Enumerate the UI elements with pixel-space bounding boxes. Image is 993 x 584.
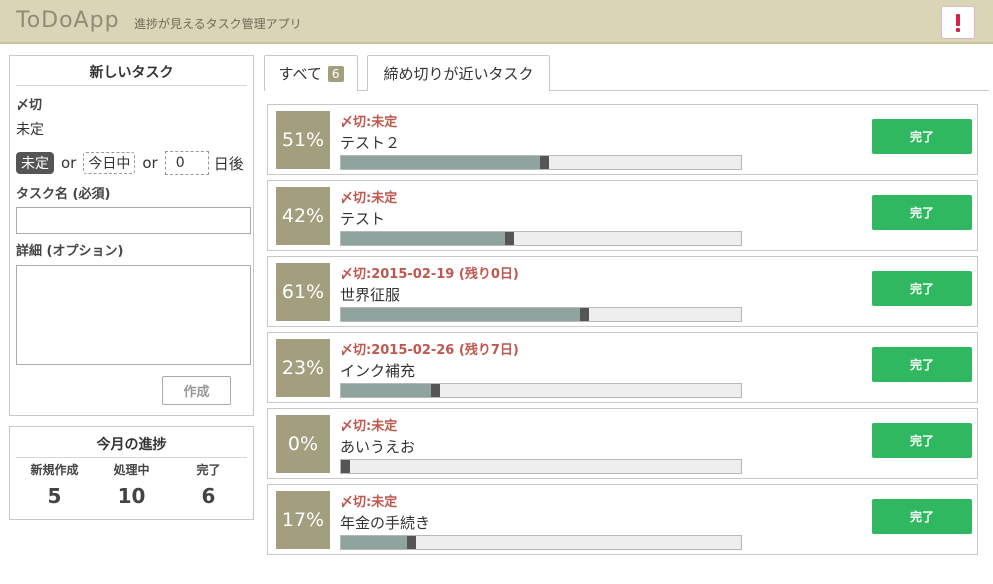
stat-value: 10 (117, 484, 146, 508)
deadline-undecided-option[interactable]: 未定 (16, 152, 54, 174)
tab-count-badge: 6 (327, 65, 344, 82)
progress-handle[interactable] (431, 384, 440, 397)
progress-fill (341, 384, 431, 397)
detail-textarea[interactable] (16, 265, 251, 365)
detail-label: 詳細 (オプション) (16, 244, 124, 259)
done-button[interactable]: 完了 (872, 499, 972, 534)
new-task-title: 新しいタスク (16, 56, 247, 86)
task-name: あいうえお (340, 438, 416, 456)
stat-label: 処理中 (113, 463, 150, 477)
stat-label: 新規作成 (30, 463, 79, 477)
task-card: 23% 〆切:2015-02-26 (残り7日) インク補充 完了 (267, 332, 978, 403)
deadline-options: 未定 or 今日中 or 日後 (16, 151, 244, 175)
progress-handle[interactable] (505, 232, 514, 245)
stat-value: 5 (47, 484, 62, 508)
task-card: 42% 〆切:未定 テスト 完了 (267, 180, 978, 251)
task-name: 年金の手続き (340, 514, 431, 532)
progress-bar[interactable] (340, 155, 742, 170)
done-button[interactable]: 完了 (872, 347, 972, 382)
done-button[interactable]: 完了 (872, 119, 972, 154)
alert-button[interactable] (941, 6, 975, 39)
monthly-progress-title: 今月の進捗 (16, 427, 247, 458)
task-card: 17% 〆切:未定 年金の手続き 完了 (267, 484, 978, 555)
percent-box: 42% (276, 187, 330, 245)
task-name: インク補充 (340, 362, 416, 380)
tab-due-soon-label: 締め切りが近いタスク (383, 65, 534, 83)
stat-in-progress: 処理中 10 (93, 461, 170, 508)
stats-row: 新規作成 5 処理中 10 完了 6 (16, 461, 247, 508)
or-text: or (61, 154, 77, 172)
task-name: テスト (340, 210, 386, 228)
task-card: 61% 〆切:2015-02-19 (残り0日) 世界征服 完了 (267, 256, 978, 327)
due-text: 〆切:未定 (340, 191, 398, 206)
stat-new: 新規作成 5 (16, 461, 93, 508)
task-card: 51% 〆切:未定 テスト２ 完了 (267, 104, 978, 175)
deadline-today-option[interactable]: 今日中 (83, 152, 136, 174)
task-name-label: タスク名 (必須) (16, 187, 111, 202)
progress-fill (341, 536, 407, 549)
task-name: 世界征服 (340, 286, 401, 304)
progress-fill (341, 232, 505, 245)
due-text: 〆切:2015-02-26 (残り7日) (340, 343, 519, 358)
progress-bar[interactable] (340, 307, 742, 322)
progress-handle[interactable] (540, 156, 549, 169)
percent-box: 61% (276, 263, 330, 321)
deadline-value: 未定 (16, 122, 44, 138)
days-input[interactable] (164, 151, 209, 175)
progress-handle[interactable] (580, 308, 589, 321)
percent-box: 17% (276, 491, 330, 549)
stat-label: 完了 (196, 463, 221, 477)
task-name: テスト２ (340, 134, 401, 152)
monthly-progress-panel: 今月の進捗 新規作成 5 処理中 10 完了 6 (9, 426, 254, 520)
tab-all[interactable]: すべて 6 (264, 55, 358, 91)
percent-box: 51% (276, 111, 330, 169)
create-button[interactable]: 作成 (162, 376, 231, 405)
or-text: or (142, 154, 158, 172)
due-text: 〆切:未定 (340, 419, 398, 434)
task-card: 0% 〆切:未定 あいうえお 完了 (267, 408, 978, 479)
stat-done: 完了 6 (170, 461, 247, 508)
progress-bar[interactable] (340, 383, 742, 398)
new-task-panel: 新しいタスク 〆切 未定 未定 or 今日中 or 日後 タスク名 (必須) 詳… (9, 55, 254, 416)
due-text: 〆切:2015-02-19 (残り0日) (340, 267, 519, 282)
due-text: 〆切:未定 (340, 495, 398, 510)
done-button[interactable]: 完了 (872, 195, 972, 230)
app-header: ToDoApp 進捗が見えるタスク管理アプリ (0, 0, 993, 44)
deadline-label: 〆切 (16, 98, 43, 113)
progress-fill (341, 308, 580, 321)
percent-box: 23% (276, 339, 330, 397)
app-title: ToDoApp (16, 8, 120, 33)
tab-all-label: すべて (278, 65, 322, 83)
days-suffix: 日後 (213, 154, 244, 173)
percent-box: 0% (276, 415, 330, 473)
app-subtitle: 進捗が見えるタスク管理アプリ (134, 17, 302, 31)
progress-fill (341, 156, 540, 169)
progress-bar[interactable] (340, 459, 742, 474)
progress-handle[interactable] (407, 536, 416, 549)
done-button[interactable]: 完了 (872, 271, 972, 306)
tab-due-soon[interactable]: 締め切りが近いタスク (367, 55, 550, 91)
exclamation-icon (947, 12, 969, 34)
progress-bar[interactable] (340, 535, 742, 550)
done-button[interactable]: 完了 (872, 423, 972, 458)
progress-bar[interactable] (340, 231, 742, 246)
task-name-input[interactable] (16, 207, 251, 234)
task-list: 51% 〆切:未定 テスト２ 完了 42% 〆切:未定 テスト 完了 61% 〆… (267, 104, 978, 560)
due-text: 〆切:未定 (340, 115, 398, 130)
progress-handle[interactable] (341, 460, 350, 473)
stat-value: 6 (201, 484, 216, 508)
